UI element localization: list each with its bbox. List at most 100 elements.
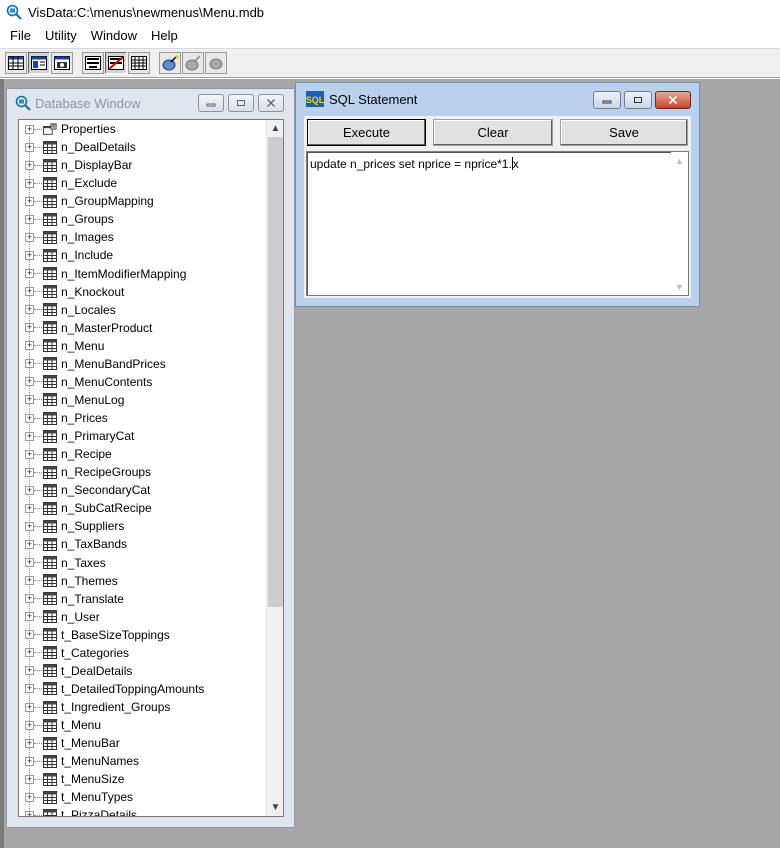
sql-restore-button[interactable]: [624, 91, 652, 109]
tree-item-table[interactable]: + n_DisplayBar: [19, 156, 263, 174]
expand-plus-icon[interactable]: +: [25, 485, 34, 495]
expand-plus-icon[interactable]: +: [25, 594, 34, 604]
expand-plus-icon[interactable]: +: [25, 269, 34, 279]
tree-item-table[interactable]: + n_DealDetails: [19, 138, 263, 156]
db-close-button[interactable]: [258, 94, 284, 112]
tree-item-table[interactable]: + n_Knockout: [19, 283, 263, 301]
grid-control-button[interactable]: [128, 52, 150, 74]
rollback-button[interactable]: [205, 52, 227, 74]
tree-item-table[interactable]: + n_User: [19, 608, 263, 626]
expand-plus-icon[interactable]: +: [25, 305, 34, 315]
expand-plus-icon[interactable]: +: [25, 160, 34, 170]
save-button[interactable]: Save: [560, 119, 688, 146]
tree-item-table[interactable]: + t_PizzaDetails: [19, 806, 263, 816]
expand-plus-icon[interactable]: +: [25, 413, 34, 423]
tree-item-table[interactable]: + t_Ingredient_Groups: [19, 698, 263, 716]
no-data-control-button[interactable]: [105, 52, 127, 74]
scroll-thumb[interactable]: [268, 137, 283, 607]
tree-item-table[interactable]: + t_DetailedToppingAmounts: [19, 680, 263, 698]
expand-plus-icon[interactable]: +: [25, 648, 34, 658]
tree-item-table[interactable]: + n_Translate: [19, 590, 263, 608]
commit-button[interactable]: [182, 52, 204, 74]
begin-transaction-button[interactable]: [159, 52, 181, 74]
expand-plus-icon[interactable]: +: [25, 612, 34, 622]
expand-plus-icon[interactable]: +: [25, 810, 34, 816]
expand-plus-icon[interactable]: +: [25, 377, 34, 387]
expand-plus-icon[interactable]: +: [25, 720, 34, 730]
scroll-up-arrow-icon[interactable]: ▲: [671, 152, 688, 169]
expand-plus-icon[interactable]: +: [25, 124, 34, 134]
tree-item-table[interactable]: + n_Locales: [19, 301, 263, 319]
expand-plus-icon[interactable]: +: [25, 774, 34, 784]
tree-item-table[interactable]: + n_MenuLog: [19, 391, 263, 409]
tree-item-table[interactable]: + n_GroupMapping: [19, 192, 263, 210]
tree-item-table[interactable]: + n_Groups: [19, 210, 263, 228]
expand-plus-icon[interactable]: +: [25, 323, 34, 333]
execute-button[interactable]: Execute: [307, 119, 426, 146]
tree-item-table[interactable]: + n_Suppliers: [19, 517, 263, 535]
menu-file[interactable]: File: [4, 28, 39, 43]
expand-plus-icon[interactable]: +: [25, 449, 34, 459]
expand-plus-icon[interactable]: +: [25, 287, 34, 297]
scroll-up-arrow-icon[interactable]: ▲: [267, 120, 283, 137]
expand-plus-icon[interactable]: +: [25, 558, 34, 568]
tree-item-table[interactable]: + n_SubCatRecipe: [19, 499, 263, 517]
table-view-button[interactable]: [5, 52, 27, 74]
expand-plus-icon[interactable]: +: [25, 756, 34, 766]
tree-item-table[interactable]: + n_Taxes: [19, 554, 263, 572]
expand-plus-icon[interactable]: +: [25, 196, 34, 206]
db-minimize-button[interactable]: [198, 94, 224, 112]
scroll-down-arrow-icon[interactable]: ▼: [267, 799, 283, 816]
menu-help[interactable]: Help: [145, 28, 186, 43]
tree-item-table[interactable]: + t_Menu: [19, 716, 263, 734]
expand-plus-icon[interactable]: +: [25, 214, 34, 224]
tree-item-table[interactable]: + n_MasterProduct: [19, 319, 263, 337]
expand-plus-icon[interactable]: +: [25, 539, 34, 549]
tree-item-table[interactable]: + t_Categories: [19, 644, 263, 662]
tree-item-table[interactable]: + t_MenuSize: [19, 770, 263, 788]
db-restore-button[interactable]: [228, 94, 254, 112]
expand-plus-icon[interactable]: +: [25, 738, 34, 748]
clear-button[interactable]: Clear: [433, 119, 553, 146]
sql-text-scrollbar[interactable]: ▲ ▼: [671, 152, 688, 295]
expand-plus-icon[interactable]: +: [25, 431, 34, 441]
tree-item-table[interactable]: + n_MenuContents: [19, 373, 263, 391]
snapshot-view-button[interactable]: [51, 52, 73, 74]
tree-item-table[interactable]: + n_SecondaryCat: [19, 481, 263, 499]
tree-item-table[interactable]: + n_Images: [19, 228, 263, 246]
expand-plus-icon[interactable]: +: [25, 232, 34, 242]
tree-item-table[interactable]: + t_BaseSizeToppings: [19, 626, 263, 644]
tree-item-table[interactable]: + n_RecipeGroups: [19, 463, 263, 481]
form-control-button[interactable]: [82, 52, 104, 74]
sql-close-button[interactable]: [655, 91, 691, 109]
expand-plus-icon[interactable]: +: [25, 467, 34, 477]
expand-plus-icon[interactable]: +: [25, 503, 34, 513]
tree-item-table[interactable]: + n_ItemModifierMapping: [19, 265, 263, 283]
expand-plus-icon[interactable]: +: [25, 250, 34, 260]
tree-item-table[interactable]: + n_Prices: [19, 409, 263, 427]
tree-item-table[interactable]: + n_MenuBandPrices: [19, 355, 263, 373]
expand-plus-icon[interactable]: +: [25, 395, 34, 405]
tree-item-table[interactable]: + t_MenuTypes: [19, 788, 263, 806]
scroll-down-arrow-icon[interactable]: ▼: [671, 278, 688, 295]
tree-item-table[interactable]: + n_PrimaryCat: [19, 427, 263, 445]
expand-plus-icon[interactable]: +: [25, 142, 34, 152]
expand-plus-icon[interactable]: +: [25, 684, 34, 694]
sql-text-input[interactable]: update n_prices set nprice = nprice*1.x …: [306, 151, 689, 296]
tree-item-table[interactable]: + n_Recipe: [19, 445, 263, 463]
tree-item-table[interactable]: + t_MenuBar: [19, 734, 263, 752]
sql-minimize-button[interactable]: [593, 91, 621, 109]
tree-item-table[interactable]: + n_Include: [19, 246, 263, 264]
expand-plus-icon[interactable]: +: [25, 178, 34, 188]
expand-plus-icon[interactable]: +: [25, 666, 34, 676]
tree-item-table[interactable]: + n_Themes: [19, 572, 263, 590]
expand-plus-icon[interactable]: +: [25, 792, 34, 802]
tree-item-table[interactable]: + n_Menu: [19, 337, 263, 355]
expand-plus-icon[interactable]: +: [25, 576, 34, 586]
dynaset-view-button[interactable]: [28, 52, 50, 74]
expand-plus-icon[interactable]: +: [25, 359, 34, 369]
tree-item-properties[interactable]: + Properties: [19, 120, 263, 138]
menu-utility[interactable]: Utility: [39, 28, 85, 43]
expand-plus-icon[interactable]: +: [25, 341, 34, 351]
tree-item-table[interactable]: + t_DealDetails: [19, 662, 263, 680]
